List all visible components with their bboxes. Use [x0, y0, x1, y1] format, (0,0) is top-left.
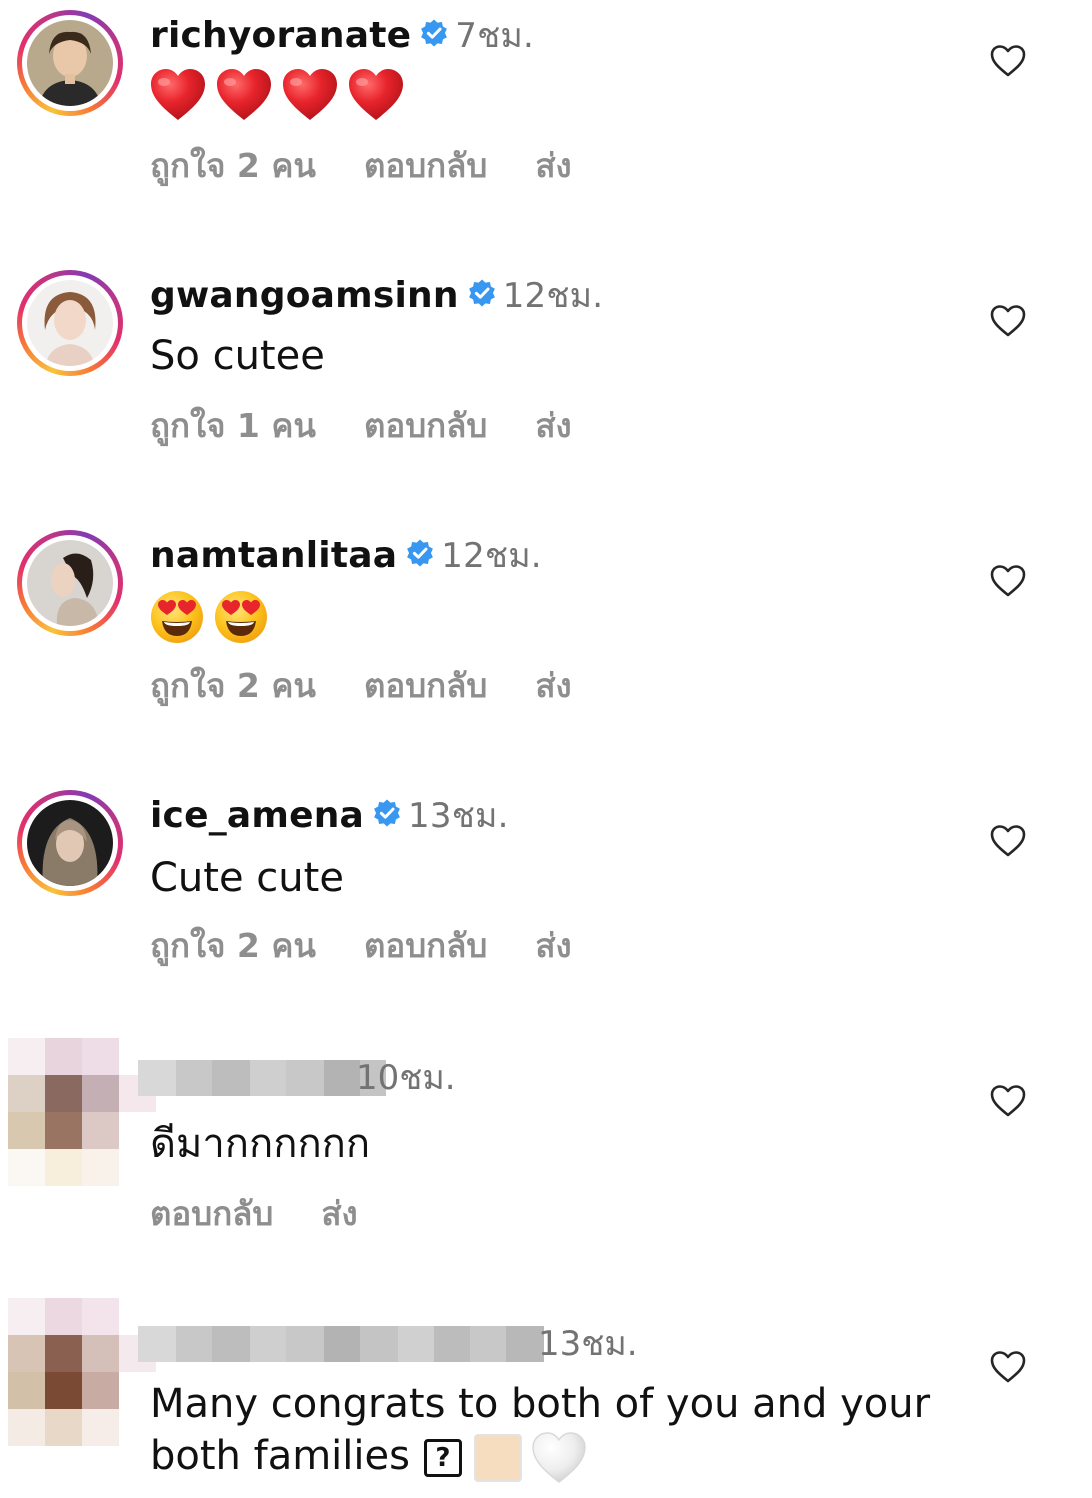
avatar-photo: [27, 20, 113, 106]
comment-emojis: [150, 590, 268, 644]
heart-outline-icon[interactable]: [990, 44, 1026, 78]
redacted-username: [138, 1326, 544, 1362]
comment-text-line2-text: both families: [150, 1433, 410, 1479]
comment-time: 10ชม.: [356, 1058, 456, 1098]
username[interactable]: ice_amena: [150, 795, 364, 836]
send-button[interactable]: ส่ง: [535, 144, 571, 188]
unknown-glyph-icon: ?: [423, 1439, 462, 1477]
comment-time: 12ชม.: [441, 536, 542, 576]
verified-badge-icon: [468, 279, 495, 307]
avatar[interactable]: [17, 270, 123, 376]
heart-eyes-emoji: [151, 591, 203, 643]
heart-outline-icon[interactable]: [990, 564, 1026, 598]
heart-outline-icon[interactable]: [990, 1084, 1026, 1118]
comment-text-line1: Many congrats to both of you and your: [150, 1381, 931, 1427]
comment-text: ดีมากกกกกก: [150, 1121, 371, 1167]
verified-badge-icon: [407, 539, 434, 567]
username[interactable]: namtanlitaa: [150, 535, 397, 576]
heart-outline-icon[interactable]: [990, 824, 1026, 858]
reply-button[interactable]: ตอบกลับ: [364, 924, 487, 968]
avatar-photo: [27, 280, 113, 366]
heart-eyes-emoji: [215, 591, 267, 643]
likes-count[interactable]: ถูกใจ 2 คน: [150, 664, 316, 708]
username[interactable]: richyoranate: [150, 15, 411, 56]
skin-tone-swatch-icon: [473, 1434, 522, 1482]
comment-text: Cute cute: [150, 855, 344, 901]
red-heart-emoji: [151, 69, 205, 120]
comment-text-line2: both families?: [150, 1430, 586, 1484]
likes-count[interactable]: ถูกใจ 2 คน: [150, 144, 316, 188]
comment-time: 13ชม.: [408, 796, 509, 836]
comment-time: 12ชม.: [502, 276, 604, 316]
send-button[interactable]: ส่ง: [535, 404, 571, 448]
avatar-photo: [27, 800, 113, 886]
red-heart-emoji: [283, 69, 337, 120]
comment-time: 13ชม.: [538, 1324, 638, 1364]
verified-badge-icon: [421, 19, 448, 47]
redacted-username: [138, 1060, 386, 1096]
white-heart-emoji: [532, 1432, 586, 1483]
send-button[interactable]: ส่ง: [535, 924, 571, 968]
reply-button[interactable]: ตอบกลับ: [364, 404, 487, 448]
reply-button[interactable]: ตอบกลับ: [150, 1192, 273, 1236]
send-button[interactable]: ส่ง: [535, 664, 571, 708]
avatar[interactable]: [17, 790, 123, 896]
likes-count[interactable]: ถูกใจ 2 คน: [150, 924, 316, 968]
reply-button[interactable]: ตอบกลับ: [364, 664, 487, 708]
avatar[interactable]: [17, 10, 123, 116]
heart-outline-icon[interactable]: [990, 304, 1026, 338]
likes-count[interactable]: ถูกใจ 1 คน: [150, 404, 316, 448]
heart-outline-icon[interactable]: [990, 1350, 1026, 1384]
comment-text: So cutee: [150, 333, 325, 379]
avatar[interactable]: [17, 530, 123, 636]
comment-time: 7ชม.: [455, 16, 534, 56]
red-heart-emoji: [349, 69, 403, 120]
avatar-photo: [27, 540, 113, 626]
avatar-pixelated[interactable]: [8, 1038, 156, 1188]
verified-badge-icon: [374, 799, 400, 827]
red-heart-emoji: [217, 69, 271, 120]
reply-button[interactable]: ตอบกลับ: [364, 144, 487, 188]
comment-emojis: [150, 68, 404, 122]
username[interactable]: gwangoamsinn: [150, 275, 459, 316]
send-button[interactable]: ส่ง: [321, 1192, 357, 1236]
avatar-pixelated[interactable]: [8, 1298, 156, 1448]
